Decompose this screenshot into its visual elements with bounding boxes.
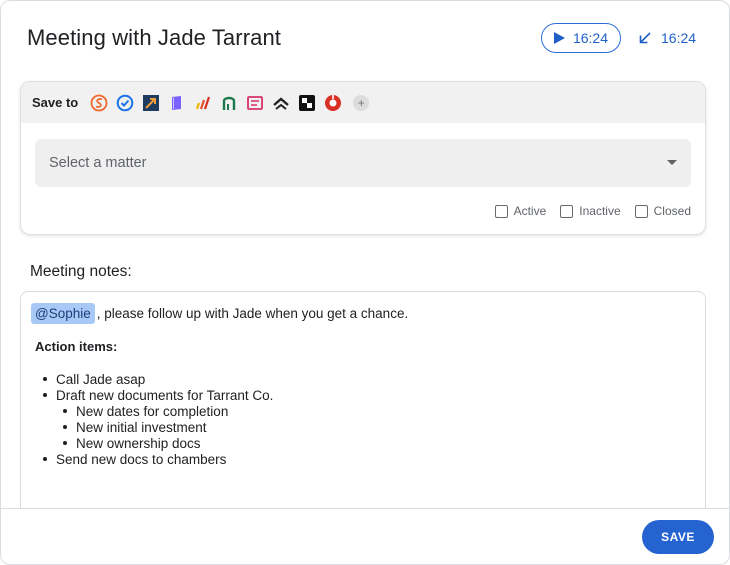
filter-closed-label: Closed <box>653 204 691 218</box>
red-circle-app-icon[interactable] <box>324 94 342 112</box>
minimize-time: 16:24 <box>661 30 697 46</box>
list-item-text: New ownership docs <box>76 435 201 451</box>
save-to-card: Save to + Select a matter Active Inactiv… <box>20 81 706 235</box>
list-item: New dates for completion <box>35 403 273 419</box>
filter-active-label: Active <box>513 204 547 218</box>
page-title: Meeting with Jade Tarrant <box>27 25 282 50</box>
list-item-text: Send new docs to chambers <box>56 451 227 467</box>
mention-chip[interactable]: @Sophie <box>31 303 95 324</box>
black-square-app-icon[interactable] <box>298 94 316 112</box>
bars-app-icon[interactable] <box>194 94 212 112</box>
save-button[interactable]: SAVE <box>642 520 714 554</box>
footer: SAVE <box>1 508 729 564</box>
notes-first-line-text: , please follow up with Jade when you ge… <box>96 306 409 321</box>
play-icon <box>553 32 565 44</box>
bullet-icon <box>63 409 67 413</box>
list-item-text: Draft new documents for Tarrant Co. <box>56 387 274 403</box>
notes-editor[interactable]: @Sophie , please follow up with Jade whe… <box>20 291 706 531</box>
caret-down-icon <box>667 160 677 165</box>
green-a-app-icon[interactable] <box>220 94 238 112</box>
matter-select[interactable]: Select a matter <box>35 139 691 187</box>
pink-frame-app-icon[interactable] <box>246 94 264 112</box>
bullet-icon <box>63 441 67 445</box>
bullet-icon <box>43 393 47 397</box>
minimize-arrow-icon <box>639 32 651 44</box>
play-time: 16:24 <box>572 30 609 46</box>
list-item: New initial investment <box>35 419 273 435</box>
list-item: Draft new documents for Tarrant Co. <box>35 387 273 403</box>
inactive-checkbox[interactable] <box>560 204 574 218</box>
filter-active[interactable]: Active <box>494 204 547 218</box>
meeting-window: Meeting with Jade Tarrant 16:24 16:24 Sa… <box>0 0 730 565</box>
matter-status-filters: Active Inactive Closed <box>494 204 691 218</box>
filter-inactive[interactable]: Inactive <box>560 204 621 218</box>
action-items-heading: Action items: <box>35 339 118 354</box>
list-item: New ownership docs <box>35 435 273 451</box>
play-button[interactable]: 16:24 <box>541 23 621 53</box>
chevrons-app-icon[interactable] <box>272 94 290 112</box>
list-item-text: New dates for completion <box>76 403 229 419</box>
integration-list: + <box>90 94 370 112</box>
list-item: Call Jade asap <box>35 371 273 387</box>
add-integration-button[interactable]: + <box>353 94 370 111</box>
minimize-button[interactable]: 16:24 <box>639 23 709 53</box>
filter-inactive-label: Inactive <box>579 204 621 218</box>
closed-checkbox[interactable] <box>634 204 648 218</box>
action-items-list: Call Jade asap Draft new documents for T… <box>35 371 273 467</box>
filter-closed[interactable]: Closed <box>634 204 691 218</box>
matter-select-placeholder: Select a matter <box>49 155 147 171</box>
list-item: Send new docs to chambers <box>35 451 273 467</box>
orange-s-app-icon[interactable] <box>90 94 108 112</box>
save-to-label: Save to <box>32 95 79 110</box>
list-item-text: New initial investment <box>76 419 207 435</box>
header: Meeting with Jade Tarrant 16:24 16:24 <box>1 1 729 77</box>
dark-arrow-app-icon[interactable] <box>142 94 160 112</box>
notes-first-line: @Sophie , please follow up with Jade whe… <box>31 303 408 324</box>
bullet-icon <box>43 457 47 461</box>
purple-book-app-icon[interactable] <box>168 94 186 112</box>
notes-label: Meeting notes: <box>30 263 132 280</box>
bullet-icon <box>63 425 67 429</box>
list-item-text: Call Jade asap <box>56 371 146 387</box>
save-to-bar: Save to + <box>21 82 705 123</box>
bullet-icon <box>43 377 47 381</box>
active-checkbox[interactable] <box>494 204 508 218</box>
blue-check-app-icon[interactable] <box>116 94 134 112</box>
